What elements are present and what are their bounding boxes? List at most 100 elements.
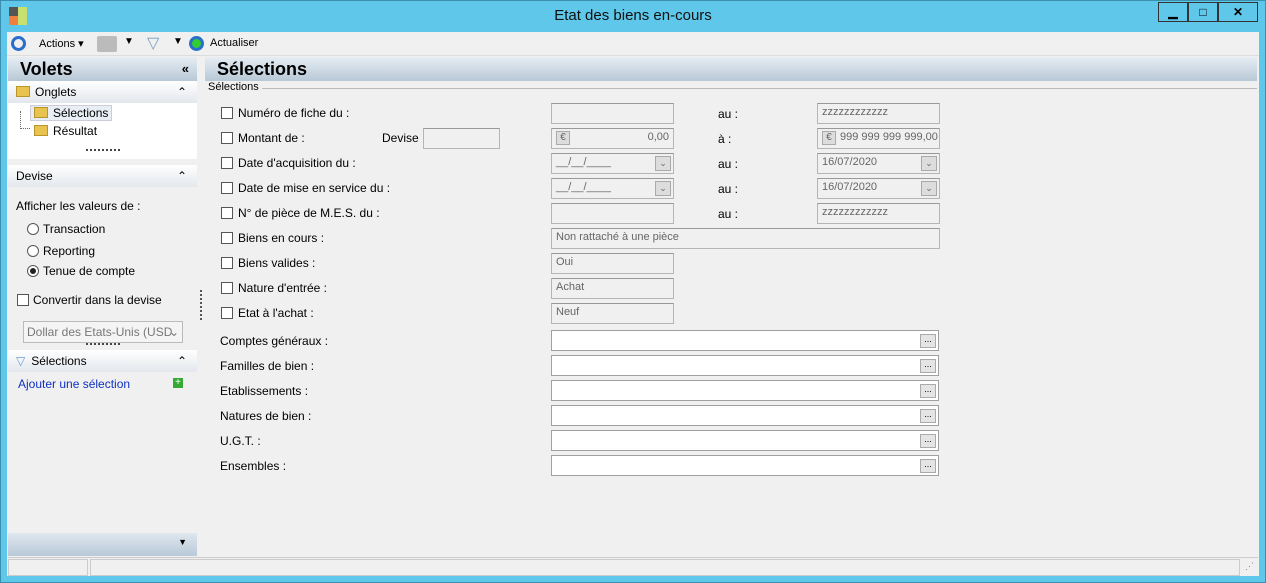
radio-tenue-de-compte[interactable] <box>27 265 39 277</box>
row-checkbox[interactable] <box>221 232 233 244</box>
to-label: au : <box>718 107 739 121</box>
from-field[interactable]: €0,00 <box>551 128 674 149</box>
convert-checkbox[interactable] <box>17 294 29 306</box>
row-label: Etat à l'achat : <box>238 306 314 320</box>
euro-icon: € <box>822 131 836 145</box>
folder-icon <box>16 86 30 97</box>
row-checkbox[interactable] <box>221 182 233 194</box>
lookup-input[interactable]: ... <box>551 430 939 451</box>
chevron-up-icon[interactable]: ⌃ <box>177 350 187 372</box>
chevron-down-icon[interactable]: ⌄ <box>655 181 671 196</box>
maximize-button[interactable]: □ <box>1188 2 1218 22</box>
to-field[interactable]: 16/07/2020 ⌄ <box>817 153 940 174</box>
tree-item-label: Résultat <box>53 124 98 138</box>
chevron-up-icon[interactable]: ⌃ <box>177 165 187 187</box>
lookup-input[interactable]: ... <box>551 405 939 426</box>
to-value: 999 999 999 999,00 <box>840 131 938 143</box>
lookup-input[interactable]: ... <box>551 355 939 376</box>
lookup-label: Familles de bien : <box>220 359 315 373</box>
euro-icon: € <box>556 131 570 145</box>
status-pane <box>90 559 1240 576</box>
add-icon[interactable]: + <box>173 378 183 388</box>
filter-icon[interactable]: ▽ <box>147 33 159 53</box>
lookup-input[interactable]: ... <box>551 330 939 351</box>
devise-field[interactable] <box>423 128 500 149</box>
splitter[interactable] <box>86 343 120 345</box>
status-pane <box>8 559 88 576</box>
toolbar: Actions ▾ ▼ ▽ ▼ Actualiser <box>7 32 1259 56</box>
row-label: Nature d'entrée : <box>238 281 328 295</box>
vertical-splitter[interactable] <box>200 290 202 320</box>
ellipsis-button[interactable]: ... <box>920 459 936 473</box>
add-selection-link[interactable]: Ajouter une sélection <box>18 377 130 391</box>
selections-header[interactable]: ▽ Sélections ⌃ <box>8 350 197 372</box>
row-checkbox[interactable] <box>221 257 233 269</box>
chevron-down-icon[interactable]: ⌄ <box>921 156 937 171</box>
field-value: Achat <box>556 281 585 293</box>
row-checkbox[interactable] <box>221 107 233 119</box>
chevron-down-icon[interactable]: ▼ <box>178 537 187 547</box>
to-field[interactable]: 16/07/2020 ⌄ <box>817 178 940 199</box>
ellipsis-button[interactable]: ... <box>920 434 936 448</box>
row-label: Date de mise en service du : <box>238 181 391 195</box>
devise-header[interactable]: Devise ⌃ <box>8 165 197 187</box>
lookup-input[interactable]: ... <box>551 380 939 401</box>
value-field[interactable]: Neuf <box>551 303 674 324</box>
radio-reporting[interactable] <box>27 245 39 257</box>
chevron-down-icon[interactable]: ⌄ <box>655 156 671 171</box>
ellipsis-button[interactable]: ... <box>920 334 936 348</box>
chevron-up-icon[interactable]: ⌃ <box>177 81 187 103</box>
row-label: Date d'acquisition du : <box>238 156 356 170</box>
value-field[interactable]: Non rattaché à une pièce <box>551 228 940 249</box>
target-icon[interactable] <box>11 36 26 51</box>
row-checkbox[interactable] <box>221 132 233 144</box>
onglets-header[interactable]: Onglets ⌃ <box>8 81 197 103</box>
row-label: Biens en cours : <box>238 231 325 245</box>
from-field[interactable]: __/__/____ ⌄ <box>551 178 674 199</box>
tree-item-selections[interactable]: Sélections <box>30 105 113 121</box>
panel-footer[interactable]: ▼ <box>8 533 197 556</box>
row-checkbox[interactable] <box>221 207 233 219</box>
value-field[interactable]: Achat <box>551 278 674 299</box>
row-label: Biens valides : <box>238 256 316 270</box>
to-field[interactable]: zzzzzzzzzzzz <box>817 103 940 124</box>
lookup-input[interactable]: ... <box>551 455 939 476</box>
row-checkbox[interactable] <box>221 282 233 294</box>
tree-item-resultat[interactable]: Résultat <box>34 124 97 138</box>
resize-grip-icon[interactable]: ⋰ <box>1245 561 1254 572</box>
refresh-icon[interactable] <box>189 36 204 51</box>
radio-transaction[interactable] <box>27 223 39 235</box>
close-button[interactable]: ✕ <box>1218 2 1258 22</box>
from-value: 0,00 <box>647 131 669 143</box>
ellipsis-button[interactable]: ... <box>920 384 936 398</box>
radio-label: Tenue de compte <box>43 264 136 278</box>
chevron-down-icon[interactable]: ⌄ <box>921 181 937 196</box>
ellipsis-button[interactable]: ... <box>920 359 936 373</box>
print-icon[interactable] <box>97 36 117 52</box>
field-value: Non rattaché à une pièce <box>556 231 679 243</box>
lookup-label: Comptes généraux : <box>220 334 329 348</box>
collapse-icon[interactable]: « <box>182 57 189 81</box>
to-field[interactable]: zzzzzzzzzzzz <box>817 203 940 224</box>
splitter[interactable] <box>86 149 120 151</box>
actions-menu[interactable]: Actions ▾ <box>39 37 84 50</box>
row-checkbox[interactable] <box>221 307 233 319</box>
chevron-down-icon: ⌄ <box>168 325 179 339</box>
refresh-button[interactable]: Actualiser <box>210 37 258 49</box>
currency-select[interactable]: Dollar des Etats-Unis (USD ⌄ <box>23 321 183 343</box>
currency-value: Dollar des Etats-Unis (USD <box>27 325 173 339</box>
filter-dropdown-icon[interactable]: ▼ <box>173 36 183 47</box>
row-checkbox[interactable] <box>221 157 233 169</box>
print-dropdown-icon[interactable]: ▼ <box>124 36 134 47</box>
onglets-title: Onglets <box>35 85 77 99</box>
minimize-button[interactable]: ▁ <box>1158 2 1188 22</box>
value-field[interactable]: Oui <box>551 253 674 274</box>
ellipsis-button[interactable]: ... <box>920 409 936 423</box>
lookup-label: Ensembles : <box>220 459 287 473</box>
to-field[interactable]: €999 999 999 999,00 <box>817 128 940 149</box>
radio-label: Reporting <box>43 244 96 258</box>
from-field[interactable] <box>551 103 674 124</box>
from-field[interactable]: __/__/____ ⌄ <box>551 153 674 174</box>
field-value: Oui <box>556 256 574 268</box>
from-field[interactable] <box>551 203 674 224</box>
